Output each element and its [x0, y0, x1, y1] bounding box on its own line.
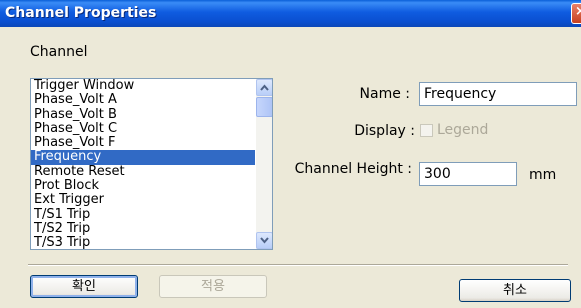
- ok-button[interactable]: 확인: [30, 275, 138, 298]
- channel-group-label: Channel: [30, 44, 88, 60]
- close-icon: ×: [575, 4, 581, 19]
- channel-list-items: Trigger Window Phase_Volt A Phase_Volt B Ph…: [31, 79, 255, 249]
- channel-properties-dialog: Channel Properties × Channel Trigger Win…: [0, 0, 581, 308]
- close-button[interactable]: ×: [571, 3, 581, 24]
- legend-checkbox[interactable]: [420, 124, 433, 137]
- list-item[interactable]: Ext Trigger: [31, 193, 255, 207]
- channel-height-label: Channel Height :: [294, 161, 412, 177]
- height-unit-label: mm: [529, 167, 557, 183]
- scroll-down-button[interactable]: [256, 232, 272, 249]
- scroll-thumb[interactable]: [256, 97, 272, 117]
- channel-listbox[interactable]: Trigger Window Phase_Volt A Phase_Volt B Ph…: [30, 78, 273, 250]
- list-scrollbar[interactable]: [256, 79, 272, 249]
- list-item[interactable]: Phase_Volt B: [31, 107, 255, 122]
- list-item[interactable]: T/S1 Trip: [31, 208, 255, 222]
- list-item[interactable]: T/S2 Trip: [31, 222, 255, 236]
- cancel-button[interactable]: 취소: [459, 279, 571, 302]
- chevron-down-icon: [260, 237, 269, 244]
- name-input[interactable]: [419, 82, 577, 106]
- list-item[interactable]: Prot Block: [31, 179, 255, 193]
- separator: [28, 264, 568, 266]
- list-item[interactable]: Frequency: [31, 150, 255, 165]
- list-item[interactable]: Remote Reset: [31, 165, 255, 179]
- list-item[interactable]: T/S3 Trip: [31, 236, 255, 249]
- scroll-up-button[interactable]: [256, 79, 272, 96]
- list-item[interactable]: Trigger Window: [31, 79, 255, 93]
- legend-label: Legend: [437, 122, 489, 138]
- list-item[interactable]: Phase_Volt F: [31, 136, 255, 150]
- channel-height-input[interactable]: [419, 162, 517, 186]
- display-label: Display :: [354, 123, 415, 139]
- chevron-up-icon: [260, 84, 269, 91]
- list-item[interactable]: Phase_Volt C: [31, 122, 255, 136]
- name-label: Name :: [359, 86, 410, 102]
- apply-button[interactable]: 적용: [159, 275, 267, 298]
- list-item[interactable]: Phase_Volt A: [31, 93, 255, 107]
- window-title: Channel Properties: [5, 5, 157, 21]
- title-bar[interactable]: Channel Properties ×: [0, 0, 581, 27]
